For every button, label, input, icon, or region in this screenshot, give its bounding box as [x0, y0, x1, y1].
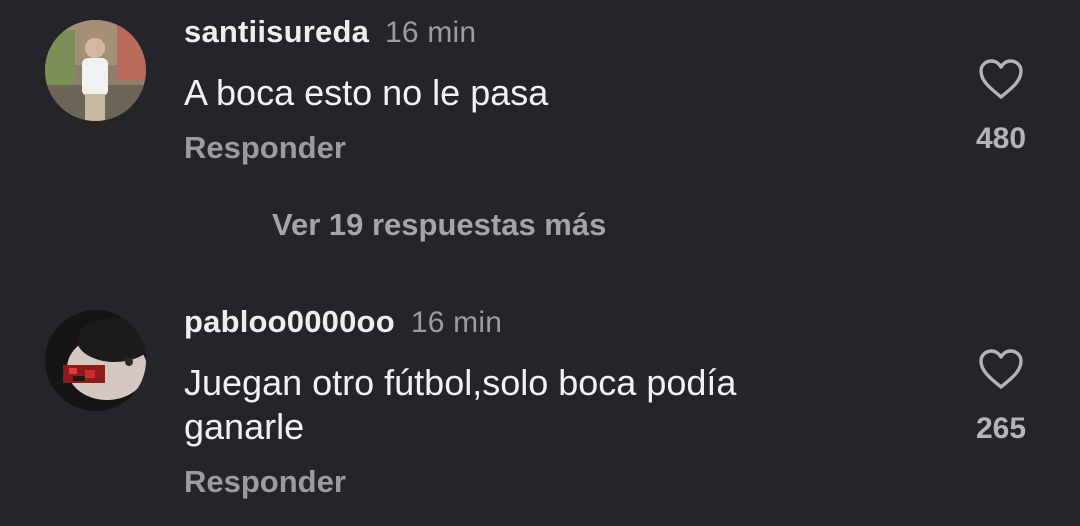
comment-username[interactable]: pabloo0000oo 16 min [184, 304, 502, 340]
avatar-photo [45, 310, 146, 411]
like-count: 480 [975, 122, 1027, 155]
comment-text: A boca esto no le pasa [184, 72, 549, 113]
view-more-replies-button[interactable]: Ver 19 respuestas más [272, 207, 606, 243]
comments-screen: santiisureda 16 min A boca esto no le pas… [0, 0, 1080, 526]
avatar[interactable] [45, 20, 146, 121]
avatar-photo [45, 20, 146, 121]
username-text[interactable]: pabloo0000oo [184, 304, 395, 339]
comment-text: Juegan otro fútbol,solo boca podía ganar… [184, 362, 737, 447]
username-text[interactable]: santiisureda [184, 14, 369, 49]
comment-time: 16 min [410, 306, 503, 339]
reply-button[interactable]: Responder [184, 464, 346, 500]
comment-time: 16 min [385, 16, 477, 49]
like-count: 265 [975, 412, 1027, 445]
reply-button[interactable]: Responder [184, 130, 346, 166]
like-button[interactable]: 480 [962, 58, 1040, 156]
heart-outline-icon [979, 59, 1023, 99]
heart-outline-icon [979, 349, 1023, 389]
comment-username[interactable]: santiisureda 16 min [184, 14, 476, 50]
like-button[interactable]: 265 [962, 348, 1040, 446]
avatar[interactable] [45, 310, 146, 411]
